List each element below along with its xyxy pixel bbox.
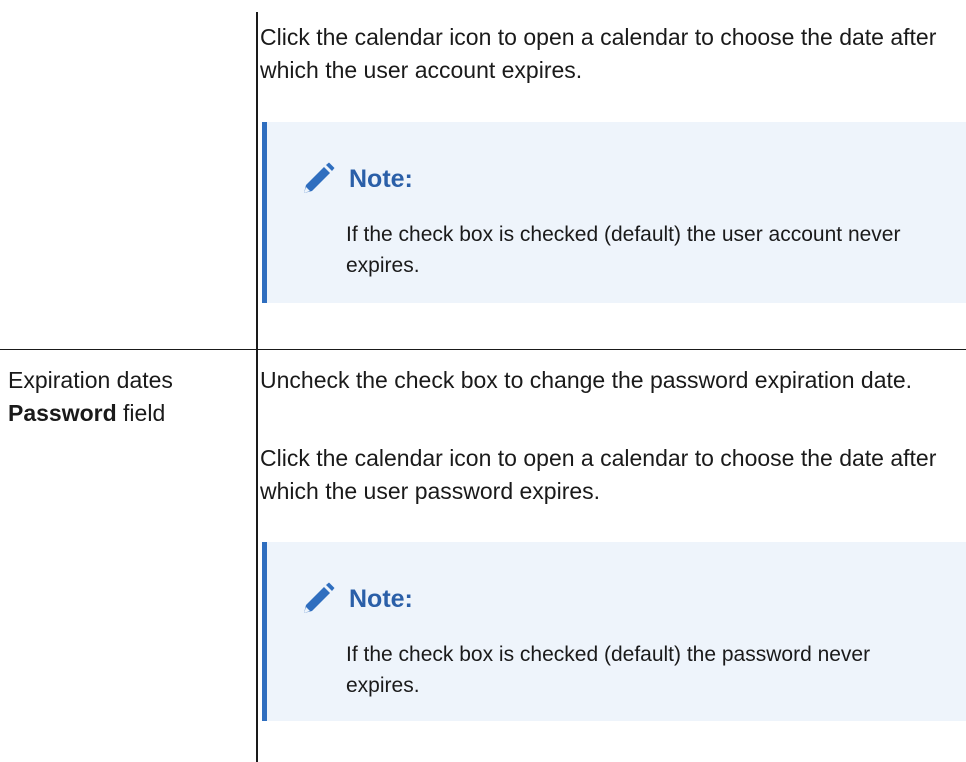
term-expiration-dates-password: Expiration dates Password field xyxy=(8,364,248,430)
pencil-icon xyxy=(304,162,335,193)
term-suffix: field xyxy=(123,400,166,426)
term-bold: Password xyxy=(8,400,117,426)
note-box-account: Note: If the check box is checked (defau… xyxy=(262,122,966,303)
password-expiration-paragraph-1: Uncheck the check box to change the pass… xyxy=(260,367,913,393)
note-title: Note: xyxy=(349,164,413,193)
note-body: If the check box is checked (default) th… xyxy=(346,643,871,697)
note-body: If the check box is checked (default) th… xyxy=(346,223,901,277)
account-expiration-description: Click the calendar icon to open a calend… xyxy=(260,24,937,83)
table-column-divider xyxy=(256,12,258,762)
password-expiration-paragraph-2: Click the calendar icon to open a calend… xyxy=(260,445,937,504)
note-title: Note: xyxy=(349,584,413,613)
note-header: Note: xyxy=(301,162,413,196)
table-row-divider xyxy=(0,349,966,350)
note-box-password: Note: If the check box is checked (defau… xyxy=(262,542,966,721)
term-prefix: Expiration dates xyxy=(8,367,173,393)
pencil-icon xyxy=(304,582,335,613)
note-header: Note: xyxy=(301,582,413,616)
